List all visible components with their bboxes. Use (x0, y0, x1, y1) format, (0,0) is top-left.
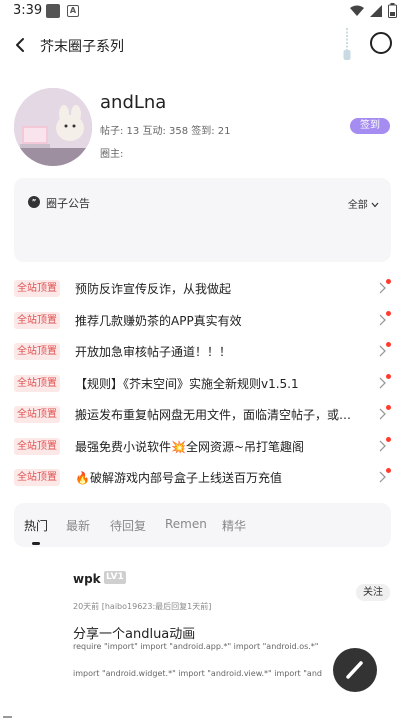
compose-button[interactable] (333, 648, 377, 692)
pinned-post-title: 【规则】《芥末空间》实施全新规则v1.5.1 (75, 376, 299, 391)
chevron-right-icon (379, 282, 386, 294)
pinned-badge: 全站顶置 (14, 406, 60, 423)
pinned-badge: 全站顶置 (14, 437, 60, 455)
notice-card: ” 圈子公告 全部 (14, 178, 391, 262)
pinned-post-title: 预防反诈宣传反诈，从我做起 (75, 282, 232, 296)
app-bar: 芥末圈子系列 (0, 28, 405, 62)
status-time: 3:39 (13, 3, 43, 18)
unread-dot (386, 405, 391, 410)
pinned-post-title: 最强免费小说软件💥全网资源~吊打笔趣阁 (75, 439, 304, 454)
circle-stats: 帖子: 13 互动: 358 签到: 21 (100, 126, 231, 137)
circle-name: andLna (100, 92, 167, 113)
circle-menu-button[interactable] (370, 32, 392, 54)
post-card[interactable]: wpk LV1 20天前 [haibo19623:最后回复1天前] 关注 分享一… (0, 560, 405, 720)
chevron-right-icon (379, 345, 386, 357)
unread-dot (386, 436, 391, 442)
unread-dot (386, 342, 391, 347)
pinned-post-title: 搬运发布重复帖网盘无用文件，面临清空帖子，或… (75, 408, 352, 422)
unread-dot (386, 468, 391, 473)
pinned-post[interactable]: 全站顶置 预防反诈宣传反诈，从我做起 (0, 274, 405, 306)
post-snippet: require "import" import "android.app.*" … (73, 642, 319, 651)
pinned-post-title: 推荐几款赚奶茶的APP真实有效 (75, 313, 242, 328)
pinned-post[interactable]: 全站顶置 最强免费小说软件💥全网资源~吊打笔趣阁 (0, 432, 405, 464)
tab-awaiting-reply[interactable]: 待回复 (110, 517, 146, 534)
pinned-post[interactable]: 全站顶置 开放加急审核帖子通道！！！ (0, 337, 405, 369)
post-title: 分享一个andlua动画 (73, 627, 196, 642)
circle-owner-label: 圈主: (100, 149, 124, 160)
zipper-pull-icon[interactable] (342, 28, 352, 62)
notice-title: 圈子公告 (46, 197, 90, 210)
unread-dot (386, 279, 391, 284)
post-meta: 20天前 [haibo19623:最后回复1天前] (73, 602, 212, 611)
chevron-right-icon (379, 471, 386, 483)
post-tabs: 热门 最新 待回复 Remen 精华 (14, 503, 391, 547)
pinned-badge: 全站顶置 (14, 311, 60, 329)
tab-indicator (32, 542, 40, 545)
pinned-post[interactable]: 全站顶置 🔥破解游戏内部号盒子上线送百万充值 (0, 463, 405, 495)
unread-dot (386, 310, 391, 316)
avatar (14, 88, 92, 166)
home-indicator (3, 716, 12, 718)
pinned-post-title: 🔥破解游戏内部号盒子上线送百万充值 (75, 471, 282, 485)
notification-icon (46, 4, 60, 18)
unread-dot (386, 373, 391, 379)
battery-icon (388, 3, 397, 18)
notice-all-label: 全部 (347, 200, 368, 211)
pinned-post-list: 全站顶置 预防反诈宣传反诈，从我做起 全站顶置 推荐几款赚奶茶的APP真实有效 … (0, 274, 405, 495)
page-title: 芥末圈子系列 (40, 39, 124, 55)
pinned-post[interactable]: 全站顶置 搬运发布重复帖网盘无用文件，面临清空帖子，或… (0, 400, 405, 432)
back-arrow-icon[interactable] (10, 34, 32, 56)
chevron-down-icon (371, 202, 379, 208)
tab-latest[interactable]: 最新 (66, 517, 90, 534)
pinned-badge: 全站顶置 (14, 374, 60, 392)
post-author[interactable]: wpk (73, 572, 101, 586)
pinned-post[interactable]: 全站顶置 推荐几款赚奶茶的APP真实有效 (0, 306, 405, 338)
notice-all-dropdown[interactable]: 全部 (348, 196, 379, 211)
pinned-badge: 全站顶置 (14, 469, 60, 486)
checkin-button[interactable]: 签到 (350, 118, 390, 134)
tab-featured[interactable]: 精华 (222, 517, 246, 534)
level-badge: LV1 (104, 571, 126, 584)
tab-hot[interactable]: 热门 (24, 517, 48, 534)
circle-profile: andLna 帖子: 13 互动: 358 签到: 21 圈主: 签到 (0, 86, 405, 166)
pinned-badge: 全站顶置 (14, 343, 60, 360)
pinned-badge: 全站顶置 (14, 280, 60, 297)
pinned-post-title: 开放加急审核帖子通道！！！ (75, 345, 232, 359)
announcement-icon: ” (28, 196, 40, 208)
wifi-icon (350, 5, 364, 16)
chevron-right-icon (379, 408, 386, 420)
status-bar: 3:39 A (0, 0, 405, 24)
signal-icon (370, 4, 382, 17)
post-snippet: import "android.widget.*" import "androi… (73, 669, 322, 678)
status-icons (350, 3, 397, 18)
pen-icon (346, 661, 363, 679)
notification-a-icon: A (67, 5, 79, 17)
pinned-post[interactable]: 全站顶置 【规则】《芥末空间》实施全新规则v1.5.1 (0, 369, 405, 401)
tab-remen[interactable]: Remen (165, 517, 207, 531)
follow-button[interactable]: 关注 (356, 584, 390, 601)
